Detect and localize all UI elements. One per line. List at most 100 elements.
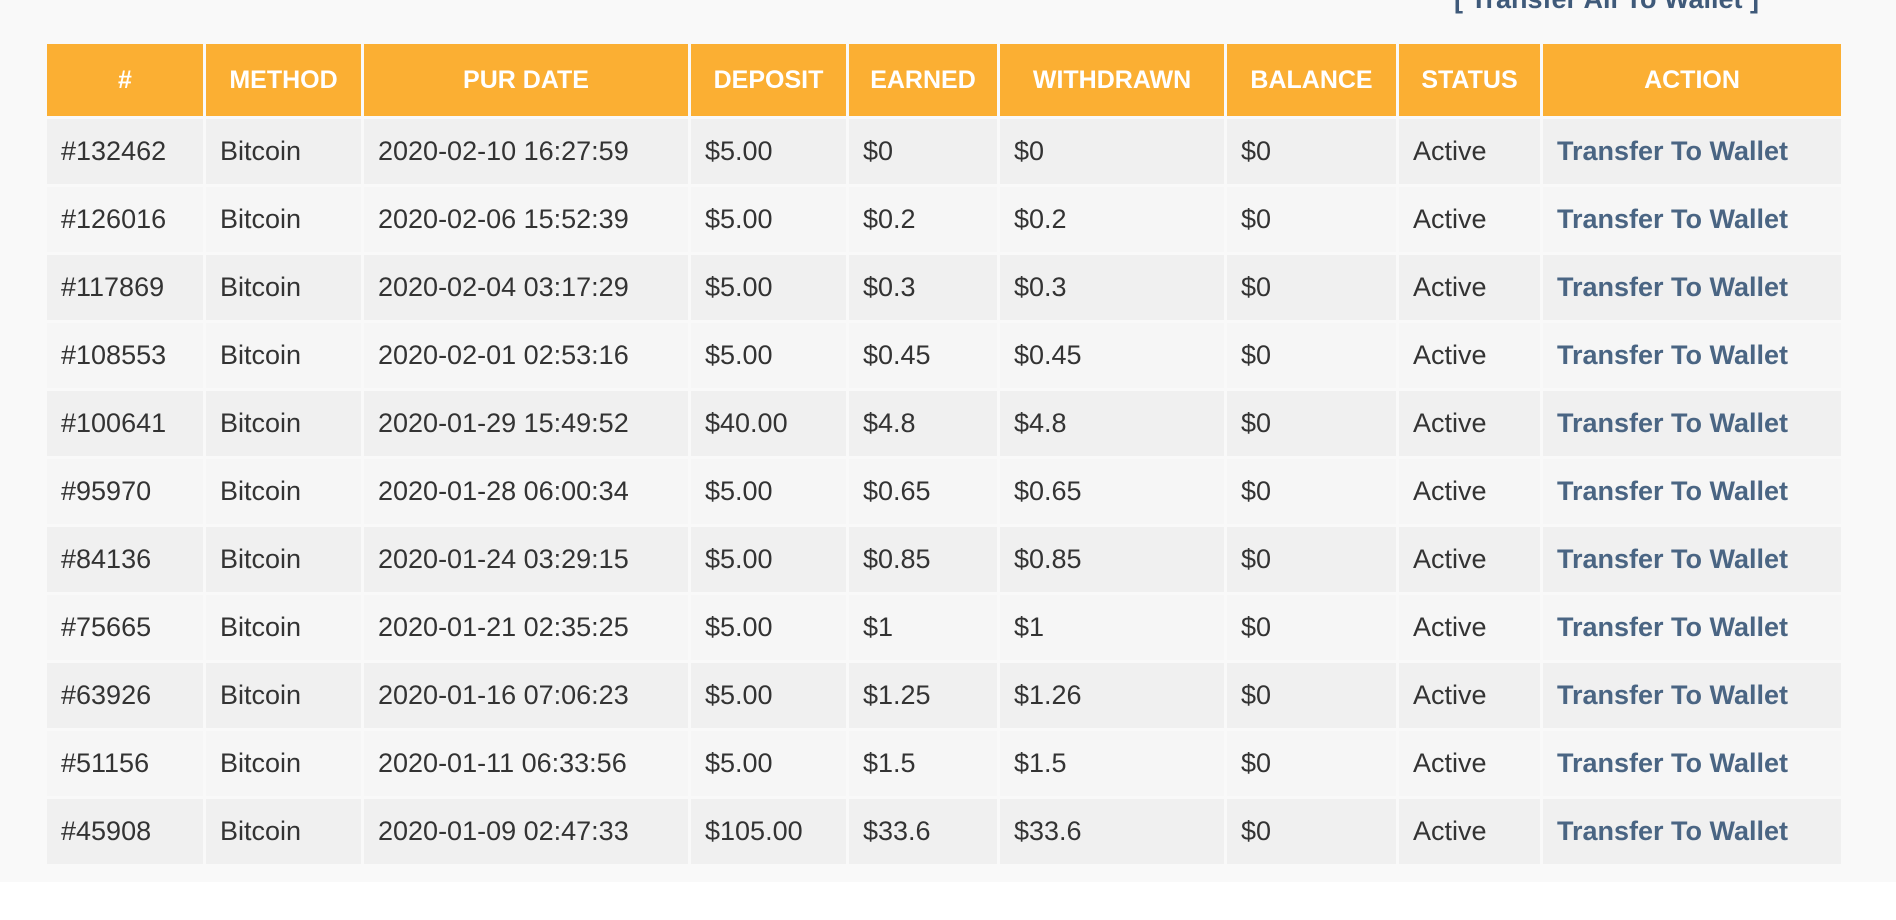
- column-header-earned: EARNED: [849, 44, 997, 116]
- withdrawn-amount-cell: $0: [1000, 119, 1224, 184]
- withdrawn-amount-cell: $0.65: [1000, 459, 1224, 524]
- table-row: #75665 Bitcoin 2020-01-21 02:35:25 $5.00 $1 $…: [47, 595, 1841, 660]
- deposit-amount-cell: $5.00: [691, 663, 846, 728]
- payment-method-cell: Bitcoin: [206, 391, 361, 456]
- payment-method-cell: Bitcoin: [206, 187, 361, 252]
- earned-amount-cell: $0: [849, 119, 997, 184]
- earned-amount-cell: $1.5: [849, 731, 997, 796]
- payment-method-cell: Bitcoin: [206, 527, 361, 592]
- column-header-id: #: [47, 44, 203, 116]
- balance-amount-cell: $0: [1227, 459, 1396, 524]
- balance-amount-cell: $0: [1227, 187, 1396, 252]
- purchase-date-cell: 2020-01-24 03:29:15: [364, 527, 688, 592]
- purchase-date-cell: 2020-01-21 02:35:25: [364, 595, 688, 660]
- earned-amount-cell: $0.3: [849, 255, 997, 320]
- action-cell: Transfer To Wallet: [1543, 799, 1841, 864]
- balance-amount-cell: $0: [1227, 731, 1396, 796]
- investment-id-cell: #100641: [47, 391, 203, 456]
- status-text-cell: Active: [1399, 459, 1540, 524]
- withdrawn-amount-cell: $0.3: [1000, 255, 1224, 320]
- table-row: #100641 Bitcoin 2020-01-29 15:49:52 $40.00 $…: [47, 391, 1841, 456]
- table-row: #132462 Bitcoin 2020-02-10 16:27:59 $5.00 $0…: [47, 119, 1841, 184]
- column-header-purchase-date: PUR DATE: [364, 44, 688, 116]
- transfer-to-wallet-link[interactable]: Transfer To Wallet: [1557, 408, 1788, 438]
- purchase-date-cell: 2020-02-04 03:17:29: [364, 255, 688, 320]
- action-cell: Transfer To Wallet: [1543, 663, 1841, 728]
- transfer-to-wallet-link[interactable]: Transfer To Wallet: [1557, 544, 1788, 574]
- column-header-deposit: DEPOSIT: [691, 44, 846, 116]
- table-row: #117869 Bitcoin 2020-02-04 03:17:29 $5.00 $0…: [47, 255, 1841, 320]
- transfer-to-wallet-link[interactable]: Transfer To Wallet: [1557, 136, 1788, 166]
- withdrawn-amount-cell: $1: [1000, 595, 1224, 660]
- deposit-amount-cell: $5.00: [691, 187, 846, 252]
- investment-id-cell: #95970: [47, 459, 203, 524]
- status-text-cell: Active: [1399, 391, 1540, 456]
- action-cell: Transfer To Wallet: [1543, 119, 1841, 184]
- balance-amount-cell: $0: [1227, 527, 1396, 592]
- transfer-to-wallet-link[interactable]: Transfer To Wallet: [1557, 680, 1788, 710]
- transfer-to-wallet-link[interactable]: Transfer To Wallet: [1557, 748, 1788, 778]
- balance-amount-cell: $0: [1227, 119, 1396, 184]
- earned-amount-cell: $33.6: [849, 799, 997, 864]
- status-text-cell: Active: [1399, 799, 1540, 864]
- column-header-status: STATUS: [1399, 44, 1540, 116]
- earned-amount-cell: $4.8: [849, 391, 997, 456]
- transfer-to-wallet-link[interactable]: Transfer To Wallet: [1557, 204, 1788, 234]
- status-text-cell: Active: [1399, 595, 1540, 660]
- balance-amount-cell: $0: [1227, 323, 1396, 388]
- earned-amount-cell: $0.85: [849, 527, 997, 592]
- transfer-to-wallet-link[interactable]: Transfer To Wallet: [1557, 340, 1788, 370]
- balance-amount-cell: $0: [1227, 595, 1396, 660]
- table-row: #95970 Bitcoin 2020-01-28 06:00:34 $5.00 $0.…: [47, 459, 1841, 524]
- investment-id-cell: #84136: [47, 527, 203, 592]
- status-text-cell: Active: [1399, 527, 1540, 592]
- table-body: #132462 Bitcoin 2020-02-10 16:27:59 $5.00 $0…: [47, 119, 1841, 864]
- transfer-to-wallet-link[interactable]: Transfer To Wallet: [1557, 816, 1788, 846]
- purchase-date-cell: 2020-01-09 02:47:33: [364, 799, 688, 864]
- deposit-amount-cell: $5.00: [691, 595, 846, 660]
- earned-amount-cell: $1: [849, 595, 997, 660]
- purchase-date-cell: 2020-01-28 06:00:34: [364, 459, 688, 524]
- purchase-date-cell: 2020-01-16 07:06:23: [364, 663, 688, 728]
- action-cell: Transfer To Wallet: [1543, 595, 1841, 660]
- table-row: #126016 Bitcoin 2020-02-06 15:52:39 $5.00 $0…: [47, 187, 1841, 252]
- balance-amount-cell: $0: [1227, 255, 1396, 320]
- table-row: #51156 Bitcoin 2020-01-11 06:33:56 $5.00 $1.…: [47, 731, 1841, 796]
- column-header-method: METHOD: [206, 44, 361, 116]
- action-cell: Transfer To Wallet: [1543, 255, 1841, 320]
- payment-method-cell: Bitcoin: [206, 119, 361, 184]
- investment-id-cell: #132462: [47, 119, 203, 184]
- purchase-date-cell: 2020-02-10 16:27:59: [364, 119, 688, 184]
- action-cell: Transfer To Wallet: [1543, 391, 1841, 456]
- action-cell: Transfer To Wallet: [1543, 459, 1841, 524]
- deposit-amount-cell: $5.00: [691, 459, 846, 524]
- status-text-cell: Active: [1399, 255, 1540, 320]
- table-row: #84136 Bitcoin 2020-01-24 03:29:15 $5.00 $0.…: [47, 527, 1841, 592]
- payment-method-cell: Bitcoin: [206, 663, 361, 728]
- withdrawn-amount-cell: $33.6: [1000, 799, 1224, 864]
- withdrawn-amount-cell: $0.45: [1000, 323, 1224, 388]
- payment-method-cell: Bitcoin: [206, 323, 361, 388]
- table-header-row: # METHOD PUR DATE DEPOSIT EARNED WITHDRA…: [47, 44, 1841, 116]
- table-row: #63926 Bitcoin 2020-01-16 07:06:23 $5.00 $1.…: [47, 663, 1841, 728]
- payment-method-cell: Bitcoin: [206, 595, 361, 660]
- investment-id-cell: #63926: [47, 663, 203, 728]
- column-header-withdrawn: WITHDRAWN: [1000, 44, 1224, 116]
- transfer-to-wallet-link[interactable]: Transfer To Wallet: [1557, 612, 1788, 642]
- purchase-date-cell: 2020-02-01 02:53:16: [364, 323, 688, 388]
- balance-amount-cell: $0: [1227, 391, 1396, 456]
- investment-id-cell: #51156: [47, 731, 203, 796]
- transfer-all-to-wallet-link[interactable]: [ Transfer All To Wallet ]: [1454, 0, 1759, 15]
- action-cell: Transfer To Wallet: [1543, 187, 1841, 252]
- column-header-balance: BALANCE: [1227, 44, 1396, 116]
- investment-id-cell: #126016: [47, 187, 203, 252]
- action-cell: Transfer To Wallet: [1543, 731, 1841, 796]
- transfer-to-wallet-link[interactable]: Transfer To Wallet: [1557, 272, 1788, 302]
- withdrawn-amount-cell: $0.85: [1000, 527, 1224, 592]
- withdrawn-amount-cell: $4.8: [1000, 391, 1224, 456]
- deposit-amount-cell: $5.00: [691, 527, 846, 592]
- transfer-to-wallet-link[interactable]: Transfer To Wallet: [1557, 476, 1788, 506]
- purchase-date-cell: 2020-01-11 06:33:56: [364, 731, 688, 796]
- withdrawn-amount-cell: $1.5: [1000, 731, 1224, 796]
- deposit-amount-cell: $40.00: [691, 391, 846, 456]
